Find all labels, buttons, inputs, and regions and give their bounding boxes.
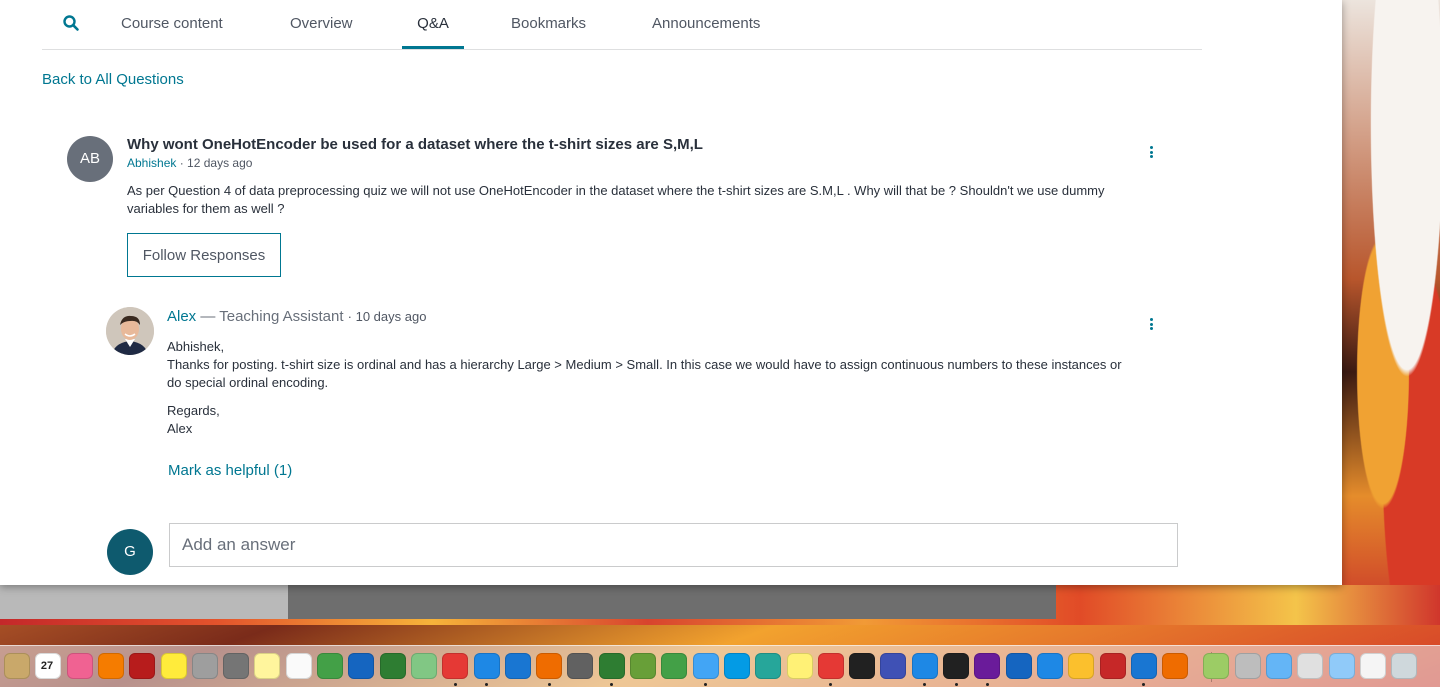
question-author-link[interactable]: Abhishek bbox=[127, 156, 176, 170]
back-to-questions-link[interactable]: Back to All Questions bbox=[42, 71, 184, 88]
folder-icon[interactable] bbox=[1266, 653, 1292, 679]
anaconda-icon[interactable] bbox=[317, 653, 343, 679]
running-indicator bbox=[829, 683, 833, 686]
image-folder-icon[interactable] bbox=[1203, 653, 1230, 679]
system-preferences-icon[interactable] bbox=[223, 653, 250, 679]
running-indicator bbox=[704, 683, 708, 686]
cloud-upload-icon[interactable] bbox=[504, 653, 531, 679]
answer-signature: Alex bbox=[167, 421, 193, 436]
answer-more-options-icon[interactable] bbox=[1146, 318, 1156, 332]
question-author-avatar[interactable]: AB bbox=[67, 136, 113, 182]
outlook-icon[interactable] bbox=[348, 653, 375, 679]
network-globe-icon[interactable] bbox=[630, 653, 656, 679]
question-timestamp: · 12 days ago bbox=[179, 156, 253, 170]
chat-bubble-icon[interactable] bbox=[911, 653, 938, 679]
follow-responses-button[interactable]: Follow Responses bbox=[127, 233, 281, 277]
answer-body: Abhishek, Thanks for posting. t-shirt si… bbox=[167, 338, 1127, 438]
tab-bookmarks[interactable]: Bookmarks bbox=[511, 0, 586, 49]
wallpaper-art bbox=[1335, 0, 1440, 620]
background-window-panel bbox=[288, 585, 1056, 619]
person-photo-icon bbox=[106, 307, 154, 355]
itunes-icon[interactable] bbox=[66, 653, 93, 679]
running-indicator bbox=[985, 683, 989, 686]
mark-as-helpful-button[interactable]: Mark as helpful (1) bbox=[168, 462, 292, 479]
terminal-icon[interactable] bbox=[943, 653, 969, 679]
location-pin-icon[interactable] bbox=[1005, 653, 1032, 679]
battery-window-icon[interactable] bbox=[1359, 653, 1386, 679]
answer-signoff: Regards, bbox=[167, 403, 220, 418]
calculator-icon[interactable] bbox=[567, 653, 594, 679]
quora-icon[interactable] bbox=[1099, 653, 1126, 679]
add-answer-input[interactable] bbox=[169, 523, 1178, 567]
sublime-text-icon[interactable] bbox=[1162, 653, 1189, 679]
running-indicator bbox=[1142, 683, 1146, 686]
facetime-icon[interactable] bbox=[661, 653, 688, 679]
applications-folder-icon[interactable] bbox=[1328, 653, 1355, 679]
answer-greeting: Abhishek, bbox=[167, 339, 225, 354]
documents-icon[interactable] bbox=[1297, 653, 1324, 679]
running-indicator bbox=[547, 683, 551, 686]
ibooks-icon[interactable] bbox=[97, 653, 124, 679]
scrobbler-icon[interactable] bbox=[817, 653, 844, 679]
running-indicator bbox=[923, 683, 927, 686]
firefox-icon[interactable] bbox=[536, 653, 563, 679]
photos-icon[interactable] bbox=[160, 653, 187, 679]
github-icon[interactable] bbox=[974, 653, 1001, 679]
answer-timestamp: · 10 days ago bbox=[347, 309, 427, 324]
tab-qa[interactable]: Q&A bbox=[402, 0, 464, 49]
tab-course-content[interactable]: Course content bbox=[121, 0, 223, 49]
question-meta: Abhishek · 12 days ago bbox=[127, 156, 252, 170]
activity-monitor-icon[interactable] bbox=[849, 653, 876, 679]
messages-icon[interactable] bbox=[692, 653, 719, 679]
question-body: As per Question 4 of data preprocessing … bbox=[127, 183, 1105, 216]
photo-booth-icon[interactable] bbox=[129, 653, 156, 679]
browser-window: Course content Overview Q&A Bookmarks An… bbox=[0, 0, 1342, 585]
calendar-day-label: 27 bbox=[40, 660, 54, 672]
excel-icon[interactable] bbox=[598, 653, 625, 679]
question-title: Why wont OneHotEncoder be used for a dat… bbox=[127, 136, 703, 153]
google-drive-icon[interactable] bbox=[1068, 653, 1095, 679]
grammarly-icon[interactable] bbox=[755, 653, 782, 679]
search-icon[interactable] bbox=[62, 14, 80, 32]
question-more-options-icon[interactable] bbox=[1146, 146, 1156, 160]
answer-text: Thanks for posting. t-shirt size is ordi… bbox=[167, 357, 1122, 390]
notes-icon[interactable] bbox=[254, 653, 281, 679]
finder-stack-icon[interactable] bbox=[4, 653, 30, 679]
running-indicator bbox=[954, 683, 958, 686]
preview-icon[interactable] bbox=[191, 653, 218, 679]
chrome-icon[interactable] bbox=[442, 653, 469, 679]
trash-icon[interactable] bbox=[1391, 653, 1418, 679]
printer-icon[interactable] bbox=[1234, 653, 1261, 679]
background-window bbox=[0, 585, 1056, 619]
r-language-icon[interactable] bbox=[880, 653, 907, 679]
answer-author-avatar[interactable] bbox=[106, 307, 154, 355]
answer-author-link[interactable]: Alex bbox=[167, 308, 196, 325]
running-indicator bbox=[610, 683, 614, 686]
sketchbook-icon[interactable] bbox=[786, 653, 813, 679]
running-indicator bbox=[485, 683, 488, 686]
safari-icon[interactable] bbox=[473, 653, 500, 679]
current-user-avatar[interactable]: G bbox=[107, 529, 153, 575]
macos-dock: 27 bbox=[0, 645, 1440, 687]
tab-overview[interactable]: Overview bbox=[290, 0, 353, 49]
virtualbox-icon[interactable] bbox=[1036, 653, 1063, 679]
reminders-icon[interactable] bbox=[285, 653, 312, 679]
tab-announcements[interactable]: Announcements bbox=[652, 0, 760, 49]
running-indicator bbox=[453, 683, 457, 686]
maps-icon[interactable] bbox=[410, 653, 437, 679]
answer-author-role: — Teaching Assistant bbox=[196, 308, 348, 325]
skype-icon[interactable] bbox=[723, 653, 750, 679]
evernote-icon[interactable] bbox=[379, 653, 406, 679]
grid-app-icon[interactable] bbox=[1130, 653, 1157, 679]
course-tab-bar: Course content Overview Q&A Bookmarks An… bbox=[42, 0, 1202, 50]
answer-header: Alex — Teaching Assistant · 10 days ago bbox=[167, 308, 426, 325]
